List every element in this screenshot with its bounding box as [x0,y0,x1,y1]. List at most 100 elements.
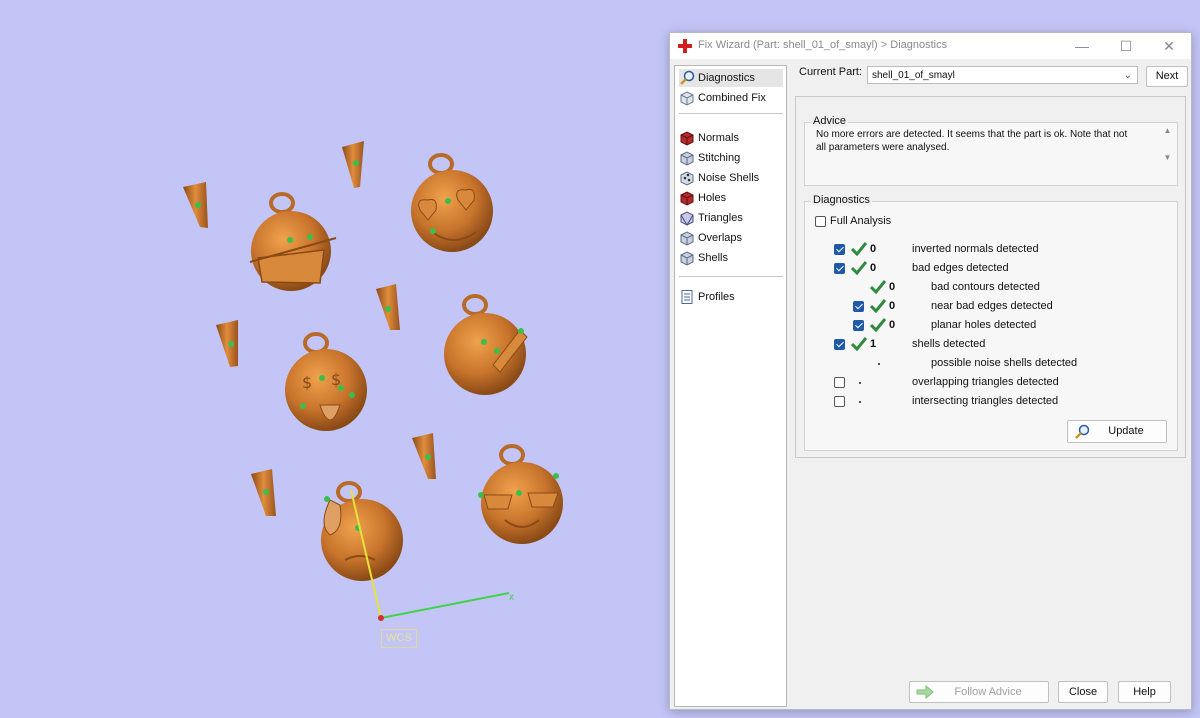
advice-group: No more errors are detected. It seems th… [804,122,1178,186]
right-arrow-icon [916,685,934,699]
diagnostics-title: Diagnostics [811,194,872,206]
svg-text:$: $ [302,373,312,392]
current-part-label: Current Part: [799,66,862,78]
wedge-piece [251,469,276,516]
holes-cube-icon [680,191,694,206]
diag-label: bad edges detected [912,262,1009,274]
sweat-emoji-model [321,481,403,581]
stitching-cube-icon [680,151,694,166]
nav-label: Profiles [698,291,735,303]
nav-label: Overlaps [698,232,743,244]
nav-item-holes[interactable]: Holes [679,189,783,207]
help-button[interactable]: Help [1118,681,1171,703]
inverted-normals-checkbox[interactable] [834,244,845,255]
red-cross-icon [678,39,692,53]
diag-count: 0 [870,262,877,274]
overlaps-cube-icon [680,231,694,246]
pending-dot [878,363,880,365]
bad-edges-checkbox[interactable] [834,263,845,274]
near-bad-edges-checkbox[interactable] [853,301,864,312]
nav-label: Combined Fix [698,92,766,104]
fix-wizard-window: Fix Wizard (Part: shell_01_of_smayl) > D… [669,32,1192,710]
nav-label: Shells [698,252,728,264]
mask-emoji-model [249,192,337,291]
diag-label: possible noise shells detected [931,357,1078,369]
current-part-value: shell_01_of_smayl [872,70,955,81]
nav-item-profiles[interactable]: Profiles [679,288,783,306]
heart-eyes-emoji-model [411,153,493,252]
diag-label: intersecting triangles detected [912,395,1059,407]
wedge-piece [183,182,208,228]
checkmark-icon [851,261,867,275]
wedge-piece [412,433,436,479]
nav-label: Diagnostics [698,72,755,84]
pending-dot [859,382,861,384]
checkmark-icon [851,337,867,351]
diag-label: overlapping triangles detected [912,376,1059,388]
nav-label: Noise Shells [698,172,760,184]
window-title: Fix Wizard (Part: shell_01_of_smayl) > D… [698,39,948,51]
triangles-cube-icon [680,211,694,226]
title-bar: Fix Wizard (Part: shell_01_of_smayl) > D… [670,33,1191,59]
next-button[interactable]: Next [1146,66,1188,87]
diagnostics-panel: No more errors are detected. It seems th… [795,96,1186,458]
wcs-label: WCS [381,629,417,648]
nav-item-shells[interactable]: Shells [679,249,783,267]
diag-label: near bad edges detected [931,300,1053,312]
close-icon[interactable]: ✕ [1154,35,1184,57]
checkmark-icon [851,242,867,256]
diag-count: 0 [870,243,877,255]
sunglasses-emoji-model [478,444,563,544]
maximize-icon[interactable]: ☐ [1111,35,1141,57]
minimize-icon[interactable]: — [1067,35,1097,57]
full-analysis-checkbox[interactable] [815,216,826,227]
nav-label: Normals [698,132,739,144]
diag-count: 0 [889,300,896,312]
follow-advice-label: Follow Advice [954,686,1022,698]
shells-cube-icon [680,251,694,266]
diag-label: bad contours detected [931,281,1040,293]
advice-scrollbar[interactable]: ▲ ▼ [1162,126,1173,172]
close-button[interactable]: Close [1058,681,1108,703]
current-part-select[interactable]: shell_01_of_smayl ⌄ [867,66,1138,84]
wizard-navigation: Diagnostics Combined Fix Normals Stitchi… [674,65,787,707]
magnifier-icon [1075,424,1090,439]
diag-label: shells detected [912,338,986,350]
advice-text: No more errors are detected. It seems th… [816,129,1128,153]
update-button[interactable]: Update [1067,420,1167,443]
wedge-piece [342,141,364,188]
nav-label: Stitching [698,152,741,164]
checkmark-icon [870,318,886,332]
chevron-down-icon: ⌄ [1123,70,1132,81]
noise-shells-icon [680,171,694,186]
diag-count: 1 [870,338,877,350]
overlapping-triangles-checkbox[interactable] [834,377,845,388]
nav-label: Triangles [698,212,743,224]
nav-item-noise-shells[interactable]: Noise Shells [679,169,783,187]
diagnostics-group: Full Analysis 0 inverted normals detecte… [804,201,1178,451]
advice-title: Advice [811,115,849,127]
nav-separator [679,276,783,277]
combined-fix-icon [680,91,694,106]
full-analysis-label: Full Analysis [830,215,892,227]
diag-label: planar holes detected [931,319,1037,331]
pending-dot [859,401,861,403]
x-axis-label: x [509,592,514,603]
wedge-piece [216,320,238,367]
checkmark-icon [870,280,886,294]
intersecting-triangles-checkbox[interactable] [834,396,845,407]
nav-item-normals[interactable]: Normals [679,129,783,147]
update-label: Update [1108,425,1144,437]
profiles-document-icon [681,290,693,304]
nav-item-overlaps[interactable]: Overlaps [679,229,783,247]
nav-item-combined-fix[interactable]: Combined Fix [679,89,783,107]
nav-label: Holes [698,192,727,204]
normals-cube-icon [680,131,694,146]
magnifier-icon [680,70,695,85]
planar-holes-checkbox[interactable] [853,320,864,331]
nav-item-stitching[interactable]: Stitching [679,149,783,167]
nav-item-triangles[interactable]: Triangles [679,209,783,227]
follow-advice-button[interactable]: Follow Advice [909,681,1049,703]
nav-item-diagnostics[interactable]: Diagnostics [679,69,783,87]
shells-checkbox[interactable] [834,339,845,350]
